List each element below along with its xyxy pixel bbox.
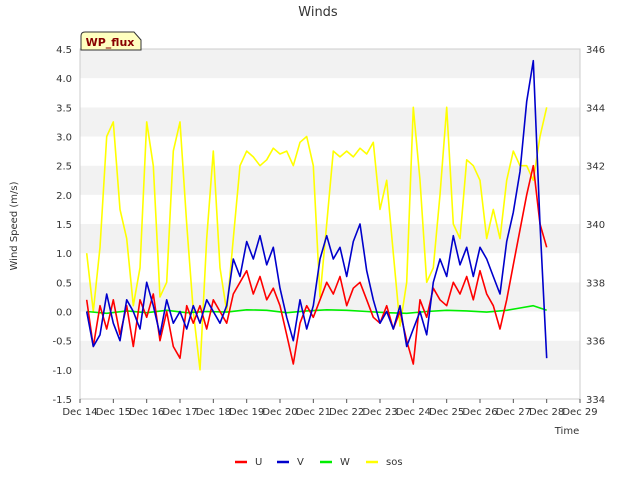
x-tick-label: Dec 18	[196, 407, 231, 418]
y-tick-label: 0.0	[56, 308, 72, 319]
badge-label: WP_flux	[86, 36, 135, 49]
y-tick-label: 4.5	[56, 45, 72, 56]
y2-tick-label: 340	[586, 220, 605, 231]
x-axis-ticks: Dec 14Dec 15Dec 16Dec 17Dec 18Dec 19Dec …	[62, 399, 598, 418]
y-tick-label: -1.5	[52, 395, 72, 406]
x-tick-label: Dec 17	[162, 407, 197, 418]
y-tick-label: 2.0	[56, 191, 72, 202]
x-tick-label: Dec 25	[429, 407, 464, 418]
x-tick-label: Dec 27	[496, 407, 531, 418]
plot-band	[80, 107, 580, 137]
plot-band	[80, 49, 580, 79]
x-tick-label: Dec 16	[129, 407, 164, 418]
y-tick-label: 2.5	[56, 162, 72, 173]
x-axis-label: Time	[554, 426, 579, 437]
x-tick-label: Dec 15	[96, 407, 131, 418]
x-tick-label: Dec 20	[262, 407, 297, 418]
legend-label: sos	[386, 457, 403, 468]
y-tick-label: -0.5	[52, 337, 72, 348]
left-axis-ticks: -1.5 -1.0 -0.5 0.0 0.5 1.0 1.5 2.0 2.5 3.0 3.5 4.0 4…	[52, 45, 72, 406]
legend-label: U	[255, 457, 262, 468]
wind-chart: -1.5 -1.0 -0.5 0.0 0.5 1.0 1.5 2.0 2.5 3.0 3.5 4.0 4…	[9, 5, 605, 468]
y-tick-label: 1.0	[56, 249, 72, 260]
x-tick-label: Dec 14	[62, 407, 97, 418]
chart-title: Winds	[298, 5, 338, 20]
x-tick-label: Dec 23	[362, 407, 397, 418]
y-tick-label: 3.5	[56, 103, 72, 114]
x-tick-label: Dec 29	[562, 407, 597, 418]
y2-tick-label: 346	[586, 45, 605, 56]
plot-background-bands	[80, 49, 580, 399]
y-tick-label: -1.0	[52, 366, 72, 377]
y2-tick-label: 338	[586, 278, 605, 289]
x-tick-label: Dec 24	[396, 407, 431, 418]
wp-flux-badge: WP_flux	[80, 31, 142, 51]
y2-tick-label: 344	[586, 103, 605, 114]
plot-band	[80, 369, 580, 399]
legend: U V Wsos	[235, 457, 403, 468]
x-tick-label: Dec 28	[529, 407, 564, 418]
x-tick-label: Dec 21	[296, 407, 331, 418]
x-tick-label: Dec 22	[329, 407, 364, 418]
y-tick-label: 0.5	[56, 278, 72, 289]
y2-tick-label: 336	[586, 337, 605, 348]
plot-band	[80, 136, 580, 166]
y2-tick-label: 342	[586, 162, 605, 173]
x-tick-label: Dec 26	[462, 407, 497, 418]
right-axis-ticks: 334 336 338 340 342 344 346	[586, 45, 605, 406]
y-tick-label: 1.5	[56, 220, 72, 231]
plot-band	[80, 78, 580, 108]
legend-label: V	[297, 457, 304, 468]
y-tick-label: 4.0	[56, 74, 72, 85]
y-tick-label: 3.0	[56, 133, 72, 144]
plot-band	[80, 340, 580, 370]
x-tick-label: Dec 19	[229, 407, 264, 418]
y2-tick-label: 334	[586, 395, 605, 406]
legend-label: W	[340, 457, 350, 468]
y-axis-label: Wind Speed (m/s)	[9, 181, 20, 270]
